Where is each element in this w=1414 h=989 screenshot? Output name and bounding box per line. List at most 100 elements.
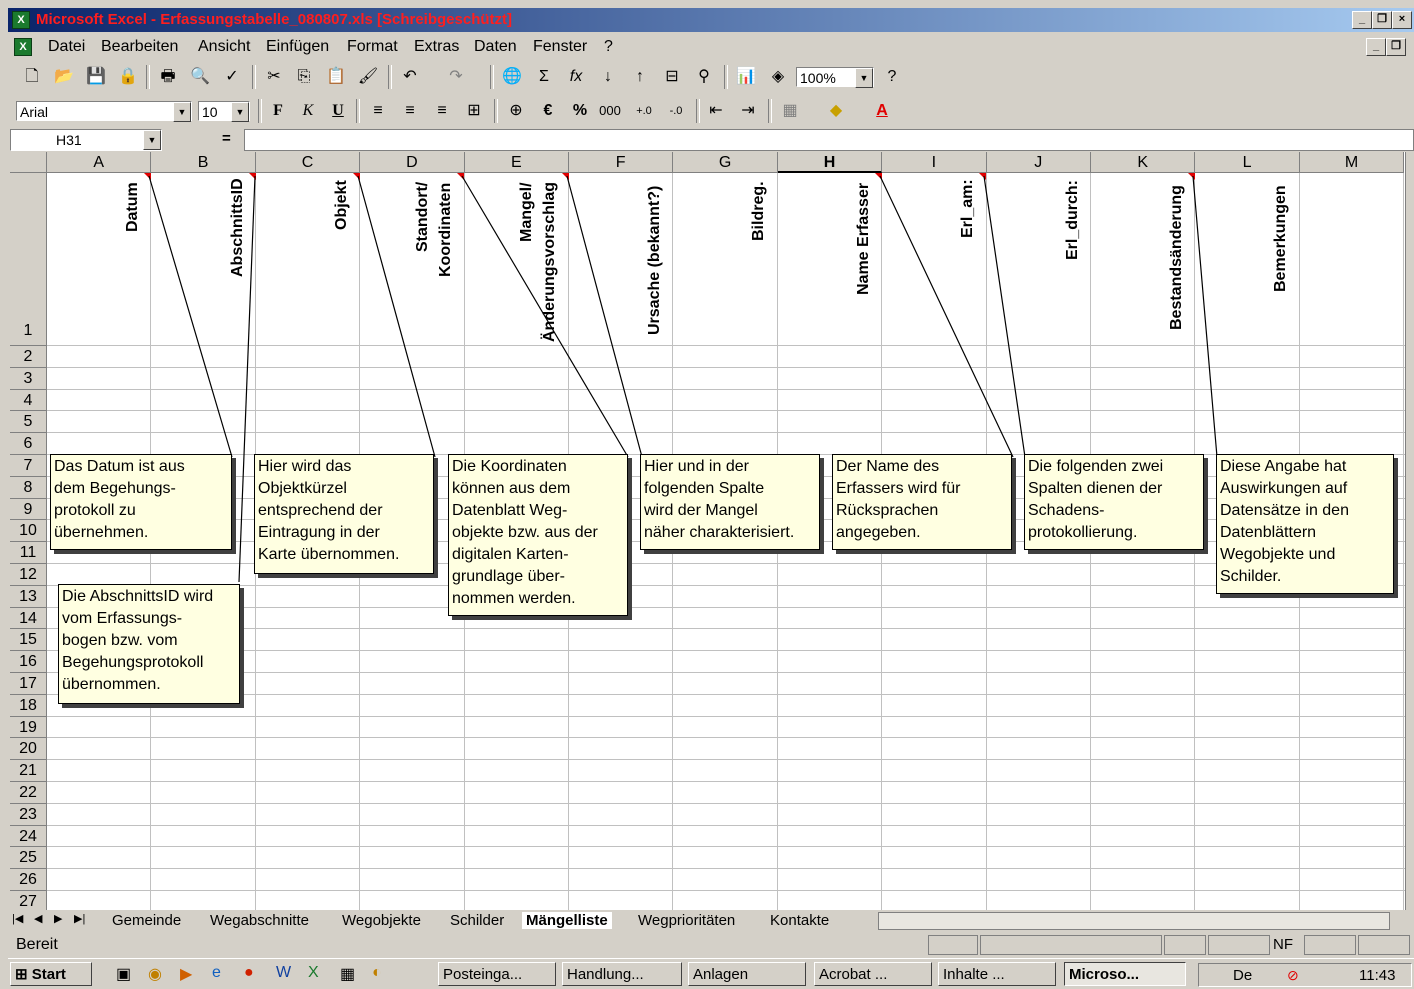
formula-equals-icon[interactable]: = xyxy=(222,130,231,147)
menu-bearbeiten[interactable]: Bearbeiten xyxy=(101,38,178,56)
menu-daten[interactable]: Daten xyxy=(474,38,517,56)
menu-ansicht[interactable]: Ansicht xyxy=(198,38,250,56)
function-icon[interactable]: fx xyxy=(564,66,588,88)
first-sheet-icon[interactable]: |◀ xyxy=(12,912,23,925)
print-icon[interactable]: 🖶 xyxy=(156,66,180,88)
task-acrobat[interactable]: Acrobat ... xyxy=(814,962,932,986)
hyperlink-icon[interactable]: 🌐 xyxy=(500,66,524,88)
quicklaunch-excel-icon[interactable]: X xyxy=(308,964,319,982)
sheet-tab-schilder[interactable]: Schilder xyxy=(450,912,504,929)
cut-icon[interactable]: ✂ xyxy=(262,66,286,88)
doc-restore-icon[interactable]: ❐ xyxy=(1386,38,1406,56)
merge-center-icon[interactable]: ⊞ xyxy=(462,100,486,122)
excel-app-icon[interactable]: X xyxy=(12,11,30,29)
worksheet-grid[interactable]: ABCDEFGHIJKLM 1 2 3 4 5 6 7 8 9 10 11 12 13 14 15 16 17 1… xyxy=(10,152,1414,910)
horizontal-scrollbar[interactable] xyxy=(878,912,1390,930)
vertical-scrollbar[interactable] xyxy=(1405,152,1414,910)
fill-color-icon[interactable]: ◆ xyxy=(824,100,848,122)
map-icon[interactable]: ◈ xyxy=(766,66,790,88)
comment-mangel[interactable]: Hier und in der folgenden Spalte wird de… xyxy=(640,454,820,550)
start-button[interactable]: ⊞ Start xyxy=(10,962,92,986)
bold-button[interactable]: F xyxy=(266,100,290,122)
sheet-tab-wegabschnitte[interactable]: Wegabschnitte xyxy=(210,912,309,929)
autosum-icon[interactable]: Σ xyxy=(532,66,556,88)
task-posteingang[interactable]: Posteinga... xyxy=(438,962,556,986)
menu-einfuegen[interactable]: Einfügen xyxy=(266,38,329,56)
formula-input[interactable] xyxy=(244,129,1414,151)
comment-objekt[interactable]: Hier wird das Objektkürzel entsprechend … xyxy=(254,454,434,574)
open-icon[interactable]: 📂 xyxy=(52,66,76,88)
comment-abschnittsid[interactable]: Die AbschnittsID wird vom Erfassungs- bo… xyxy=(58,584,240,704)
font-color-icon[interactable]: A xyxy=(870,100,894,122)
quicklaunch-media-icon[interactable]: ▶ xyxy=(180,964,192,984)
redo-icon[interactable]: ↷ xyxy=(444,66,468,88)
permission-icon[interactable]: 🔒 xyxy=(116,66,140,88)
next-sheet-icon[interactable]: ▶ xyxy=(54,912,62,925)
comment-koordinaten[interactable]: Die Koordinaten können aus dem Datenblat… xyxy=(448,454,628,616)
euro-button[interactable]: € xyxy=(536,100,560,122)
tray-security-icon[interactable]: ⊘ xyxy=(1287,967,1299,984)
sheet-tab-wegobjekte[interactable]: Wegobjekte xyxy=(342,912,421,929)
quicklaunch-explorer-icon[interactable]: ◐ xyxy=(372,964,382,982)
sheet-tab-gemeinde[interactable]: Gemeinde xyxy=(112,912,181,929)
increase-indent-icon[interactable]: ⇥ xyxy=(736,100,760,122)
undo-icon[interactable]: ↶ xyxy=(398,66,422,88)
name-box-dropdown-icon[interactable]: ▼ xyxy=(143,130,161,150)
quicklaunch-app-icon[interactable]: ● xyxy=(244,964,254,982)
save-icon[interactable]: 💾 xyxy=(84,66,108,88)
sheet-tab-wegprioritaeten[interactable]: Wegprioritäten xyxy=(638,912,735,929)
thousands-button[interactable]: 000 xyxy=(598,100,622,122)
italic-button[interactable]: K xyxy=(296,100,320,122)
quicklaunch-ie-icon[interactable]: e xyxy=(212,964,221,982)
underline-button[interactable]: U xyxy=(326,100,350,122)
comment-bestandsaenderung[interactable]: Diese Angabe hat Auswirkungen auf Datens… xyxy=(1216,454,1394,594)
restore-icon[interactable]: ❐ xyxy=(1372,11,1392,29)
zoom-combo[interactable]: 100% ▼ xyxy=(796,67,874,88)
new-icon[interactable]: 🗋 xyxy=(20,66,44,88)
copy-icon[interactable]: ⎘ xyxy=(292,66,316,88)
doc-minimize-icon[interactable]: _ xyxy=(1366,38,1386,56)
font-name-dropdown-icon[interactable]: ▼ xyxy=(173,102,191,122)
task-inhalte[interactable]: Inhalte ... xyxy=(938,962,1056,986)
sheet-tab-maengelliste[interactable]: Mängelliste xyxy=(522,912,612,929)
sort-descending-icon[interactable]: ↑ xyxy=(628,66,652,88)
comment-datum[interactable]: Das Datum ist aus dem Begehungs- protoko… xyxy=(50,454,232,550)
print-preview-icon[interactable]: 🔍 xyxy=(188,66,212,88)
workbook-icon[interactable]: X xyxy=(14,38,32,56)
menu-format[interactable]: Format xyxy=(347,38,398,56)
drawing-icon[interactable]: ⚲ xyxy=(692,66,716,88)
percent-button[interactable]: % xyxy=(568,100,592,122)
menu-help[interactable]: ? xyxy=(604,38,613,56)
font-size-dropdown-icon[interactable]: ▼ xyxy=(231,102,249,122)
decrease-indent-icon[interactable]: ⇤ xyxy=(704,100,728,122)
quicklaunch-outlook-icon[interactable]: ◉ xyxy=(148,964,162,984)
format-painter-icon[interactable]: 🖌 xyxy=(356,66,380,88)
task-anlagen[interactable]: Anlagen xyxy=(688,962,806,986)
close-icon[interactable]: × xyxy=(1392,11,1412,29)
tray-language[interactable]: De xyxy=(1233,967,1252,984)
spellcheck-icon[interactable]: ✓ xyxy=(220,66,244,88)
menu-fenster[interactable]: Fenster xyxy=(533,38,587,56)
font-size-combo[interactable]: 10 ▼ xyxy=(198,101,250,122)
menu-extras[interactable]: Extras xyxy=(414,38,459,56)
help-icon[interactable]: ? xyxy=(880,66,904,88)
font-name-combo[interactable]: Arial ▼ xyxy=(16,101,192,122)
paste-icon[interactable]: 📋 xyxy=(324,66,348,88)
comment-schaden[interactable]: Die folgenden zwei Spalten dienen der Sc… xyxy=(1024,454,1204,550)
quicklaunch-desktop-icon[interactable]: ▣ xyxy=(116,964,131,984)
task-handlung[interactable]: Handlung... xyxy=(562,962,682,986)
align-center-icon[interactable]: ≡ xyxy=(398,100,422,122)
prev-sheet-icon[interactable]: ◀ xyxy=(34,912,42,925)
zoom-dropdown-icon[interactable]: ▼ xyxy=(855,68,873,88)
currency-icon[interactable]: ⊕ xyxy=(504,100,528,122)
minimize-icon[interactable]: _ xyxy=(1352,11,1372,29)
decrease-decimal-icon[interactable]: -.0 xyxy=(664,100,688,122)
quicklaunch-calc-icon[interactable]: ▦ xyxy=(340,964,355,984)
task-excel-active[interactable]: Microso... xyxy=(1064,962,1186,986)
align-right-icon[interactable]: ≡ xyxy=(430,100,454,122)
sheet-tab-kontakte[interactable]: Kontakte xyxy=(770,912,829,929)
increase-decimal-icon[interactable]: +.0 xyxy=(632,100,656,122)
borders-icon[interactable]: ▦ xyxy=(778,100,802,122)
sort-ascending-icon[interactable]: ↓ xyxy=(596,66,620,88)
quicklaunch-word-icon[interactable]: W xyxy=(276,964,291,982)
